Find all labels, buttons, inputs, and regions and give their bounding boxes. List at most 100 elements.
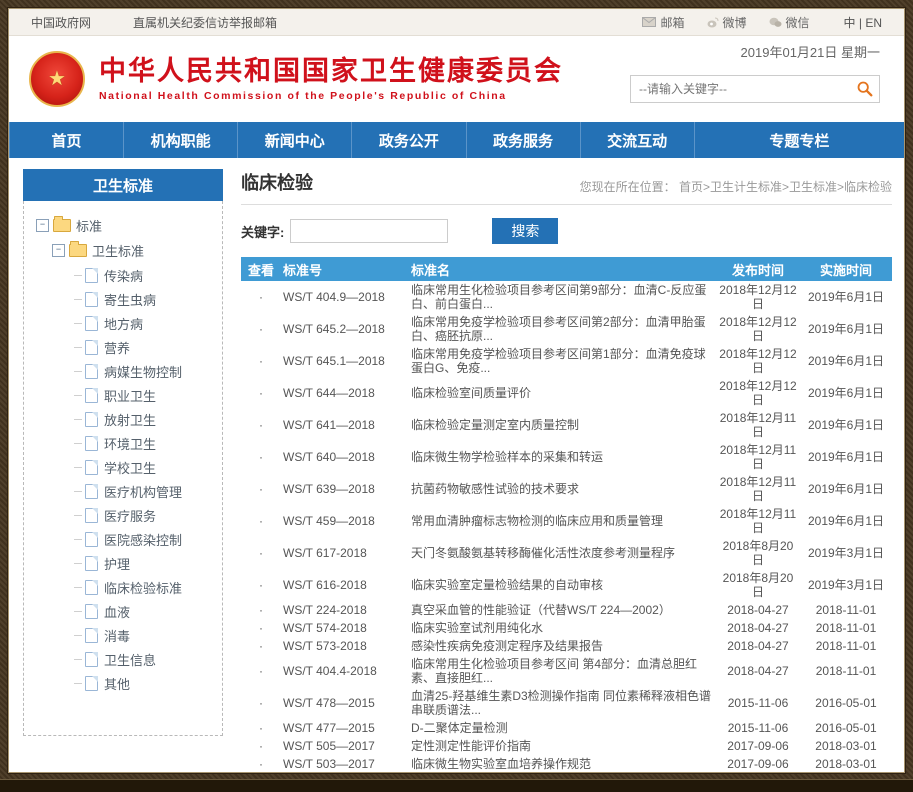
document-icon bbox=[85, 340, 98, 355]
keyword-search-row: 关键字: 搜索 bbox=[241, 218, 892, 244]
view-link[interactable]: · bbox=[241, 313, 281, 345]
wechat-link[interactable]: 微信 bbox=[769, 14, 810, 31]
view-link[interactable]: · bbox=[241, 441, 281, 473]
tree-leaf-item[interactable]: 寄生虫病 bbox=[32, 287, 216, 311]
language-switch[interactable]: 中 | EN bbox=[844, 14, 882, 31]
implement-date: 2018-03-01 bbox=[800, 737, 892, 755]
view-link[interactable]: · bbox=[241, 281, 281, 313]
tree-leaf-item[interactable]: 医疗机构管理 bbox=[32, 479, 216, 503]
table-header: 查看 标准号 标准名 发布时间 实施时间 bbox=[241, 257, 892, 281]
breadcrumb-path[interactable]: 首页>卫生计生标准>卫生标准>临床检验 bbox=[679, 180, 892, 194]
tree-node-root[interactable]: − 标准 bbox=[32, 213, 216, 238]
view-link[interactable]: · bbox=[241, 601, 281, 619]
view-link[interactable]: · bbox=[241, 505, 281, 537]
standard-no: WS/T 644—2018 bbox=[281, 377, 409, 409]
nav-item[interactable]: 机构职能 bbox=[123, 122, 237, 158]
collapse-icon[interactable]: − bbox=[52, 244, 65, 257]
standard-name-link[interactable]: 临床检验室间质量评价 bbox=[409, 377, 716, 409]
site-search-input[interactable] bbox=[631, 82, 851, 96]
tree-leaf-item[interactable]: 营养 bbox=[32, 335, 216, 359]
standard-no: WS/T 404.4-2018 bbox=[281, 655, 409, 687]
tree-leaf-label: 血液 bbox=[104, 602, 130, 621]
header-right: 2019年01月21日 星期一 bbox=[630, 42, 880, 103]
nav-item[interactable]: 交流互动 bbox=[580, 122, 694, 158]
document-icon bbox=[85, 628, 98, 643]
standard-name-link[interactable]: 感染性疾病免疫测定程序及结果报告 bbox=[409, 637, 716, 655]
view-link[interactable]: · bbox=[241, 637, 281, 655]
tree-leaf-item[interactable]: 卫生信息 bbox=[32, 647, 216, 671]
view-link[interactable]: · bbox=[241, 737, 281, 755]
standard-name-link[interactable]: 真空采血管的性能验证（代替WS/T 224—2002） bbox=[409, 601, 716, 619]
view-link[interactable]: · bbox=[241, 409, 281, 441]
site-header: ★ 中华人民共和国国家卫生健康委员会 National Health Commi… bbox=[9, 36, 904, 122]
standard-name-link[interactable]: 临床实验室定量检验结果的自动审核 bbox=[409, 569, 716, 601]
implement-date: 2018-11-01 bbox=[800, 655, 892, 687]
sidebar: 卫生标准 − 标准 − 卫生标准 传染病 bbox=[23, 169, 223, 736]
tree-leaf-item[interactable]: 职业卫生 bbox=[32, 383, 216, 407]
view-link[interactable]: · bbox=[241, 719, 281, 737]
standard-no: WS/T 477—2015 bbox=[281, 719, 409, 737]
tree-leaf-label: 地方病 bbox=[104, 314, 143, 333]
tree-node-subroot[interactable]: − 卫生标准 bbox=[32, 238, 216, 263]
tree-leaf-item[interactable]: 临床检验标准 bbox=[32, 575, 216, 599]
view-link[interactable]: · bbox=[241, 537, 281, 569]
standard-name-link[interactable]: 常用血清肿瘤标志物检测的临床应用和质量管理 bbox=[409, 505, 716, 537]
search-submit-button[interactable] bbox=[851, 77, 879, 101]
report-mailbox-link[interactable]: 直属机关纪委信访举报邮箱 bbox=[133, 14, 277, 31]
tree-leaf-item[interactable]: 传染病 bbox=[32, 263, 216, 287]
gov-site-link[interactable]: 中国政府网 bbox=[31, 14, 91, 31]
tree-leaf-item[interactable]: 学校卫生 bbox=[32, 455, 216, 479]
nav-item[interactable]: 首页 bbox=[9, 122, 123, 158]
tree-leaf-item[interactable]: 血液 bbox=[32, 599, 216, 623]
mail-link[interactable]: 邮箱 bbox=[642, 14, 684, 31]
standard-name-link[interactable]: 定性测定性能评价指南 bbox=[409, 737, 716, 755]
keyword-input[interactable] bbox=[290, 219, 448, 243]
view-link[interactable]: · bbox=[241, 377, 281, 409]
tree-leaf-item[interactable]: 其他 bbox=[32, 671, 216, 695]
tree-leaf-item[interactable]: 护理 bbox=[32, 551, 216, 575]
wechat-icon bbox=[769, 17, 782, 28]
tree-leaf-item[interactable]: 环境卫生 bbox=[32, 431, 216, 455]
view-link[interactable]: · bbox=[241, 619, 281, 637]
keyword-search-button[interactable]: 搜索 bbox=[492, 218, 558, 244]
tree-leaf-item[interactable]: 地方病 bbox=[32, 311, 216, 335]
nav-item[interactable]: 政务服务 bbox=[466, 122, 580, 158]
standard-name-link[interactable]: 临床常用生化检验项目参考区间 第4部分：血清总胆红素、直接胆红... bbox=[409, 655, 716, 687]
standard-name-link[interactable]: 临床检验定量测定室内质量控制 bbox=[409, 409, 716, 441]
standard-no: WS/T 645.1—2018 bbox=[281, 345, 409, 377]
publish-date: 2018-04-27 bbox=[716, 637, 800, 655]
weibo-link[interactable]: 微博 bbox=[707, 14, 747, 31]
main-nav: 首页机构职能新闻中心政务公开政务服务交流互动专题专栏 bbox=[9, 122, 904, 158]
document-icon bbox=[85, 364, 98, 379]
standard-name-link[interactable]: 临床实验室试剂用纯化水 bbox=[409, 619, 716, 637]
implement-date: 2016-05-01 bbox=[800, 687, 892, 719]
standard-name-link[interactable]: 临床微生物实验室血培养操作规范 bbox=[409, 755, 716, 773]
view-link[interactable]: · bbox=[241, 473, 281, 505]
standard-name-link[interactable]: 临床常用免疫学检验项目参考区间第2部分：血清甲胎蛋白、癌胚抗原... bbox=[409, 313, 716, 345]
view-link[interactable]: · bbox=[241, 655, 281, 687]
document-icon bbox=[85, 412, 98, 427]
tree-leaf-item[interactable]: 放射卫生 bbox=[32, 407, 216, 431]
tree-leaf-label: 医疗服务 bbox=[104, 506, 156, 525]
collapse-icon[interactable]: − bbox=[36, 219, 49, 232]
view-link[interactable]: · bbox=[241, 569, 281, 601]
standard-name-link[interactable]: 天门冬氨酸氨基转移酶催化活性浓度参考测量程序 bbox=[409, 537, 716, 569]
nav-item[interactable]: 政务公开 bbox=[351, 122, 465, 158]
standard-name-link[interactable]: D-二聚体定量检测 bbox=[409, 719, 716, 737]
standard-no: WS/T 505—2017 bbox=[281, 737, 409, 755]
standard-name-link[interactable]: 血清25-羟基维生素D3检测操作指南 同位素稀释液相色谱串联质谱法... bbox=[409, 687, 716, 719]
nav-item[interactable]: 专题专栏 bbox=[694, 122, 904, 158]
tree-leaf-item[interactable]: 病媒生物控制 bbox=[32, 359, 216, 383]
tree-leaf-item[interactable]: 消毒 bbox=[32, 623, 216, 647]
view-link[interactable]: · bbox=[241, 755, 281, 773]
tree-leaf-item[interactable]: 医院感染控制 bbox=[32, 527, 216, 551]
standard-name-link[interactable]: 临床常用免疫学检验项目参考区间第1部分：血清免疫球蛋白G、免疫... bbox=[409, 345, 716, 377]
table-body: · WS/T 404.9—2018 临床常用生化检验项目参考区间第9部分：血清C… bbox=[241, 281, 892, 773]
standard-name-link[interactable]: 临床微生物学检验样本的采集和转运 bbox=[409, 441, 716, 473]
view-link[interactable]: · bbox=[241, 345, 281, 377]
view-link[interactable]: · bbox=[241, 687, 281, 719]
nav-item[interactable]: 新闻中心 bbox=[237, 122, 351, 158]
standard-name-link[interactable]: 抗菌药物敏感性试验的技术要求 bbox=[409, 473, 716, 505]
standard-name-link[interactable]: 临床常用生化检验项目参考区间第9部分：血清C-反应蛋白、前白蛋白... bbox=[409, 281, 716, 313]
tree-leaf-item[interactable]: 医疗服务 bbox=[32, 503, 216, 527]
